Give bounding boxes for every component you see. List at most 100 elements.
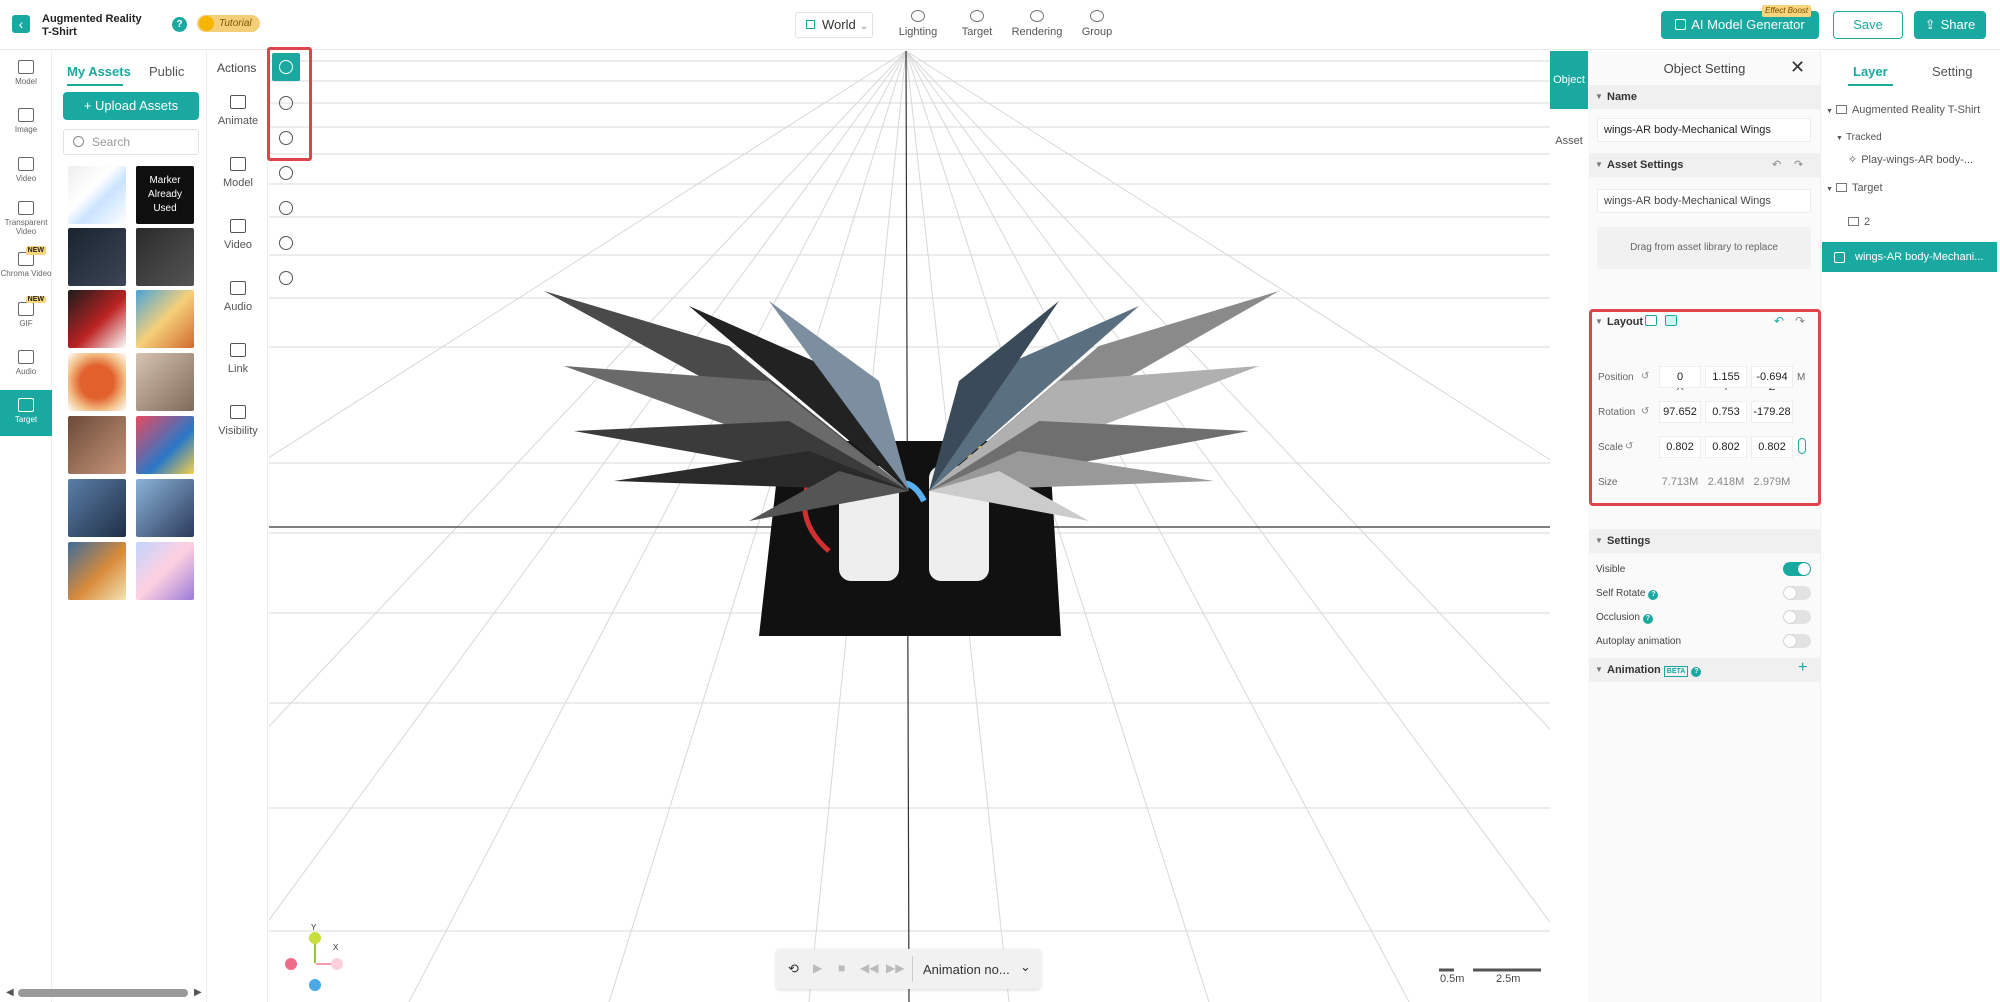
name-section-header[interactable]: ▼ Name	[1589, 85, 1820, 109]
asset-thumbnail[interactable]	[68, 228, 126, 286]
scale-label-small: 0.5m	[1440, 973, 1465, 985]
share-button[interactable]: ⇪ Share	[1914, 11, 1986, 39]
nav-target[interactable]: Target	[947, 10, 1007, 38]
tree-target-child[interactable]: 2	[1848, 216, 1870, 228]
link-icon	[230, 343, 246, 357]
asset-thumbnail[interactable]	[68, 353, 126, 411]
help-icon[interactable]: ?	[1648, 590, 1659, 600]
caret-icon: ▼	[1826, 108, 1833, 115]
snapshot-tool[interactable]	[272, 229, 300, 257]
action-model[interactable]: Model	[208, 157, 268, 189]
back-button[interactable]: ‹	[12, 15, 30, 33]
action-animate[interactable]: Animate	[208, 95, 268, 127]
stop-icon[interactable]: ■	[838, 961, 845, 975]
tab-my-assets[interactable]: My Assets	[67, 64, 131, 79]
tree-root[interactable]: ▼ Augmented Reality T-Shirt	[1826, 104, 1980, 116]
asset-thumbnail[interactable]: Marker Already Used	[136, 166, 194, 224]
new-badge: NEW	[25, 296, 46, 303]
help-icon[interactable]: ?	[1691, 667, 1702, 677]
tab-object[interactable]: Object	[1550, 51, 1588, 109]
loop-off-icon[interactable]: ⟲	[788, 961, 799, 977]
name-input[interactable]: wings-AR body-Mechanical Wings	[1597, 118, 1811, 142]
tab-public[interactable]: Public	[149, 64, 184, 79]
upload-assets-button[interactable]: + Upload Assets	[63, 92, 199, 120]
tree-play-item[interactable]: ✧ Play-wings-AR body-...	[1848, 153, 1973, 166]
axis-label-x: X	[333, 943, 339, 952]
settings-header[interactable]: ▼ Settings	[1589, 529, 1820, 553]
nav-group[interactable]: Group	[1067, 10, 1127, 38]
frame-icon	[279, 236, 293, 250]
search-input[interactable]: Search	[63, 129, 199, 155]
scroll-right-icon[interactable]: ▶	[194, 987, 202, 998]
animation-header[interactable]: ▼ Animation BETA?	[1589, 658, 1820, 682]
autoplay-toggle[interactable]	[1783, 634, 1811, 648]
visible-toggle[interactable]	[1783, 562, 1811, 576]
asset-thumbnail[interactable]	[136, 416, 194, 474]
asset-thumbnail[interactable]	[68, 542, 126, 600]
redo-icon[interactable]: ↷	[1794, 158, 1803, 171]
asset-thumbnail[interactable]	[68, 416, 126, 474]
action-visibility[interactable]: Visibility	[208, 405, 268, 437]
ar-video-icon	[18, 157, 34, 171]
forward-icon[interactable]: ▶▶	[886, 961, 904, 975]
actions-panel	[208, 51, 268, 1002]
highlight-box-layout	[1589, 309, 1821, 506]
asset-thumbnail[interactable]	[136, 290, 194, 348]
occlusion-toggle[interactable]	[1783, 610, 1811, 624]
horizontal-scrollbar[interactable]	[18, 989, 188, 997]
delete-tool[interactable]	[272, 159, 300, 187]
asset-thumbnail[interactable]	[136, 542, 194, 600]
asset-thumbnail[interactable]	[136, 353, 194, 411]
tree-target[interactable]: ▼ Target	[1826, 182, 1883, 194]
tab-setting[interactable]: Setting	[1932, 64, 1972, 79]
self-rotate-toggle[interactable]	[1783, 586, 1811, 600]
asset-select[interactable]: wings-AR body-Mechanical Wings	[1597, 189, 1811, 213]
scroll-left-icon[interactable]: ◀	[6, 987, 14, 998]
world-select[interactable]: World ⌄	[795, 12, 873, 38]
new-badge: NEW	[25, 246, 46, 255]
rail-video[interactable]: Video	[0, 157, 52, 197]
nav-rendering[interactable]: Rendering	[1007, 10, 1067, 38]
rail-chroma-video[interactable]: Chroma Video NEW	[0, 246, 52, 294]
caret-icon: ▼	[1595, 92, 1603, 101]
tutorial-button[interactable]: Tutorial	[197, 15, 260, 32]
target-icon	[970, 10, 984, 22]
asset-settings-header[interactable]: ▼ Asset Settings	[1589, 153, 1820, 177]
action-audio[interactable]: Audio	[208, 281, 268, 313]
save-button[interactable]: Save	[1833, 11, 1903, 39]
animation-select[interactable]: Animation no...	[923, 962, 1010, 977]
3d-viewport[interactable]	[269, 51, 1550, 1002]
focus-tool[interactable]	[272, 194, 300, 222]
tree-selected-item[interactable]: wings-AR body-Mechani...	[1822, 242, 1997, 272]
rail-transparent-video[interactable]: Transparent Video	[0, 201, 52, 243]
rail-audio[interactable]: Audio	[0, 350, 52, 390]
asset-thumbnail[interactable]	[136, 228, 194, 286]
rail-model[interactable]: Model	[0, 60, 52, 100]
preview-tool[interactable]	[272, 264, 300, 292]
help-icon[interactable]: ?	[1642, 614, 1653, 624]
action-link[interactable]: Link	[208, 343, 268, 375]
tab-asset[interactable]: Asset	[1550, 115, 1588, 167]
rail-gif[interactable]: GIF NEW	[0, 296, 52, 342]
rewind-icon[interactable]: ◀◀	[860, 961, 878, 975]
rail-target[interactable]: Target	[0, 390, 52, 436]
play-icon[interactable]: ▶	[813, 961, 822, 975]
asset-replace-dropzone[interactable]: Drag from asset library to replace	[1597, 227, 1811, 269]
model-icon	[230, 157, 246, 171]
share-icon: ⇪	[1924, 17, 1936, 32]
tree-tracked[interactable]: ▼ Tracked	[1836, 132, 1882, 143]
close-icon[interactable]: ✕	[1790, 57, 1805, 78]
autoplay-label: Autoplay animation	[1596, 636, 1682, 647]
nav-lighting[interactable]: Lighting	[888, 10, 948, 38]
rail-image[interactable]: Image	[0, 108, 52, 148]
undo-icon[interactable]: ↶	[1772, 158, 1781, 171]
help-icon[interactable]: ?	[172, 17, 187, 32]
chevron-down-icon[interactable]: ⌄	[1020, 959, 1031, 975]
asset-thumbnail[interactable]	[136, 479, 194, 537]
asset-thumbnail[interactable]	[68, 166, 126, 224]
asset-thumbnail[interactable]	[68, 290, 126, 348]
add-animation-icon[interactable]: +	[1798, 659, 1807, 677]
action-video[interactable]: Video	[208, 219, 268, 251]
tab-layer[interactable]: Layer	[1853, 64, 1888, 79]
asset-thumbnail[interactable]	[68, 479, 126, 537]
